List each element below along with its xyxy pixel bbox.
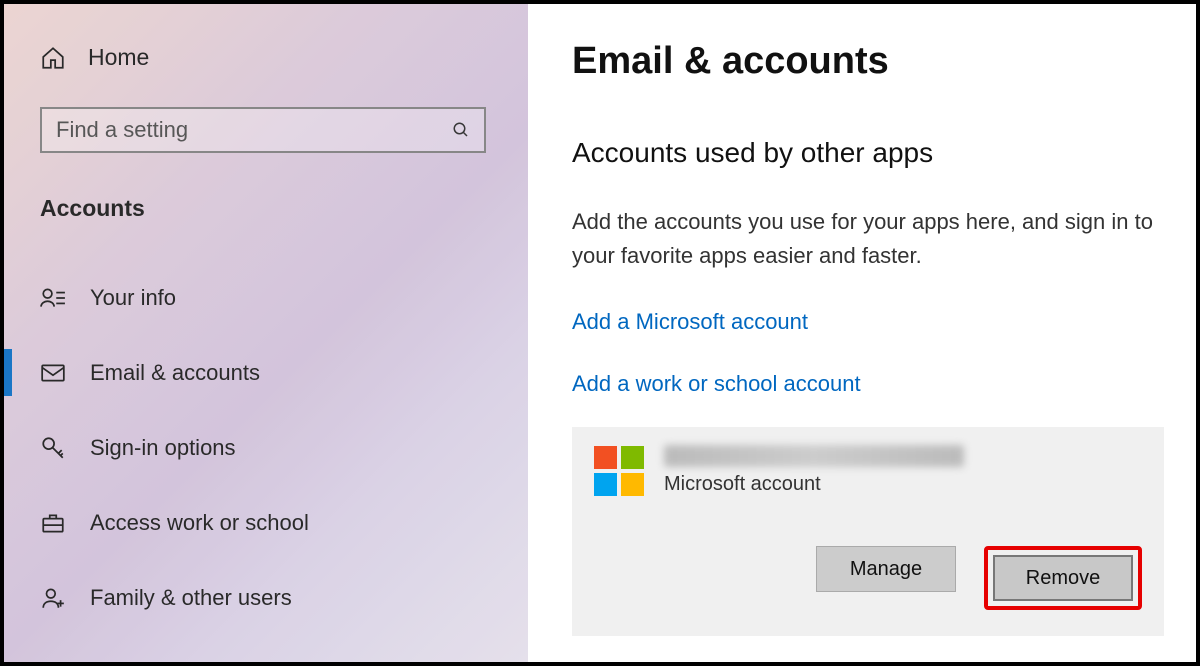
home-icon <box>40 45 66 71</box>
person-add-icon <box>40 585 66 611</box>
account-card[interactable]: Microsoft account Manage Remove <box>572 427 1164 636</box>
home-label: Home <box>88 44 149 71</box>
add-work-school-account-link[interactable]: Add a work or school account <box>572 371 861 397</box>
key-icon <box>40 435 66 461</box>
remove-button-highlight: Remove <box>984 546 1142 610</box>
sidebar-nav-list: Your info Email & accounts Sign-in optio… <box>4 260 528 635</box>
briefcase-icon <box>40 510 66 536</box>
search-input-container[interactable] <box>40 107 486 153</box>
sidebar-section-title: Accounts <box>40 195 528 222</box>
search-icon <box>452 121 470 139</box>
add-microsoft-account-link[interactable]: Add a Microsoft account <box>572 309 808 335</box>
settings-sidebar: Home Accounts Your info Email & accounts <box>4 4 528 662</box>
sidebar-item-label: Family & other users <box>90 585 292 611</box>
sidebar-item-label: Your info <box>90 285 176 311</box>
sidebar-item-access-work-school[interactable]: Access work or school <box>4 485 528 560</box>
remove-button[interactable]: Remove <box>993 555 1133 601</box>
sidebar-item-family-other-users[interactable]: Family & other users <box>4 560 528 635</box>
account-text: Microsoft account <box>664 445 964 496</box>
home-nav[interactable]: Home <box>4 4 528 71</box>
microsoft-logo-icon <box>594 446 644 496</box>
section-description: Add the accounts you use for your apps h… <box>572 205 1164 273</box>
person-lines-icon <box>40 285 66 311</box>
account-row: Microsoft account <box>594 445 1142 496</box>
mail-icon <box>40 360 66 386</box>
account-email-redacted <box>664 445 964 467</box>
sidebar-item-email-accounts[interactable]: Email & accounts <box>4 335 528 410</box>
sidebar-item-label: Sign-in options <box>90 435 236 461</box>
search-input[interactable] <box>56 117 452 143</box>
sidebar-item-sign-in-options[interactable]: Sign-in options <box>4 410 528 485</box>
sidebar-item-your-info[interactable]: Your info <box>4 260 528 335</box>
manage-button[interactable]: Manage <box>816 546 956 592</box>
main-content: Email & accounts Accounts used by other … <box>528 4 1196 662</box>
page-title: Email & accounts <box>572 40 1164 83</box>
section-heading: Accounts used by other apps <box>572 137 1164 169</box>
account-type-label: Microsoft account <box>664 473 964 496</box>
sidebar-item-label: Email & accounts <box>90 360 260 386</box>
account-action-buttons: Manage Remove <box>594 546 1142 610</box>
sidebar-item-label: Access work or school <box>90 510 309 536</box>
